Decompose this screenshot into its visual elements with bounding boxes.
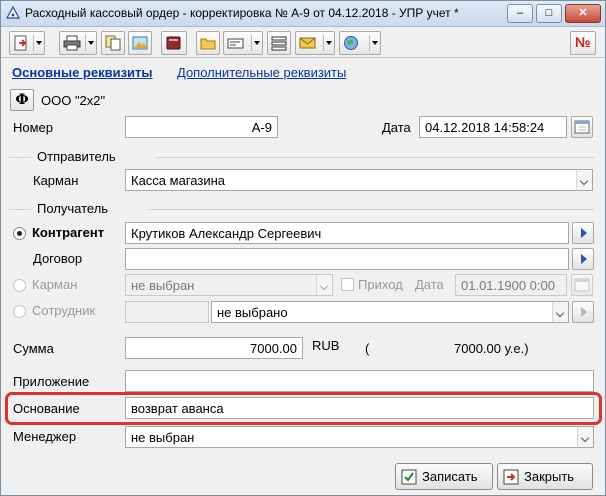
contract-label: Договор: [33, 251, 83, 266]
book-icon: [166, 36, 181, 50]
save-icon: [14, 35, 27, 51]
number-field[interactable]: А-9: [125, 116, 278, 138]
date-field[interactable]: 04.12.2018 14:58:24: [419, 116, 567, 138]
contract-open-button[interactable]: [572, 248, 594, 270]
close-form-label: Закрыть: [524, 469, 575, 484]
receiver-group-label: Получатель: [37, 201, 109, 216]
image-button[interactable]: [128, 31, 152, 55]
save-menu-button[interactable]: [9, 31, 45, 55]
calendar-icon: [574, 278, 590, 292]
employee-value: не выбрано: [217, 305, 288, 320]
sender-pocket-value: Касса магазина: [131, 173, 225, 188]
print-menu-button[interactable]: [59, 31, 97, 55]
sender-pocket-select[interactable]: Касса магазина: [125, 169, 593, 191]
manager-select[interactable]: не выбран: [125, 426, 594, 448]
save-record-label: Записать: [422, 469, 478, 484]
number-icon: №: [575, 34, 591, 50]
attachment-field[interactable]: [125, 370, 594, 392]
folder-button[interactable]: [196, 31, 220, 55]
receiver-date-label: Дата: [415, 277, 444, 292]
employee-label: Сотрудник: [32, 303, 96, 318]
calendar-icon: [574, 120, 590, 134]
receiver-divider-right: [149, 209, 594, 210]
envelope-menu-button[interactable]: [295, 31, 335, 55]
date-label: Дата: [382, 120, 411, 135]
receiver-divider-left: [9, 209, 31, 210]
contract-field[interactable]: [125, 248, 569, 270]
receiver-pocket-label: Карман: [32, 277, 78, 292]
currency-label: RUB: [312, 338, 340, 353]
save-record-icon: [401, 469, 417, 485]
receiver-calendar-button[interactable]: [571, 274, 593, 296]
chevron-down-icon: [577, 427, 593, 447]
close-form-button[interactable]: Закрыть: [497, 463, 593, 490]
counterparty-radio[interactable]: [13, 227, 26, 240]
close-window-button[interactable]: ✕: [565, 4, 601, 23]
sender-divider-left: [9, 157, 31, 158]
sender-divider-right: [157, 157, 594, 158]
minimize-button[interactable]: –: [507, 4, 533, 23]
sender-pocket-label: Карман: [33, 173, 79, 188]
organization-name: ООО "2x2": [41, 93, 106, 108]
chevron-down-icon: [316, 275, 332, 295]
employee-code-field[interactable]: [125, 301, 209, 323]
toolbar: №: [1, 28, 605, 58]
chevron-down-icon: [552, 302, 568, 322]
counterparty-open-button[interactable]: [572, 222, 594, 244]
organization-button[interactable]: Ф: [10, 89, 34, 111]
image-icon: [132, 36, 148, 50]
counterparty-field[interactable]: Крутиков Александр Сергеевич: [125, 222, 569, 244]
receiver-pocket-select[interactable]: не выбран: [125, 274, 333, 296]
maximize-button[interactable]: □: [536, 4, 562, 23]
title-bar: Расходный кассовый ордер - корректировка…: [1, 1, 605, 27]
folder-icon: [200, 38, 216, 50]
receiver-pocket-radio[interactable]: [13, 279, 26, 292]
employee-select[interactable]: не выбрано: [211, 301, 569, 323]
amount-label: Сумма: [13, 341, 54, 356]
ue-amount: 7000.00 у.е.): [454, 341, 529, 356]
chevron-down-icon: [576, 170, 592, 190]
tab-additional-details[interactable]: Дополнительные реквизиты: [177, 65, 346, 80]
sender-group-label: Отправитель: [37, 149, 116, 164]
copy-icon: [105, 35, 121, 51]
list-button[interactable]: [267, 31, 291, 55]
income-checkbox[interactable]: [341, 278, 354, 291]
copy-button[interactable]: [101, 31, 125, 55]
highlight-box: [5, 392, 602, 425]
employee-open-button[interactable]: [572, 301, 594, 323]
dialog-window: Расходный кассовый ордер - корректировка…: [0, 0, 606, 496]
employee-radio[interactable]: [13, 305, 26, 318]
attachment-label: Приложение: [13, 374, 90, 389]
exit-icon: [503, 469, 519, 485]
globe-icon: [344, 36, 358, 50]
book-button[interactable]: [161, 31, 187, 55]
number-button[interactable]: №: [570, 31, 596, 55]
manager-value: не выбран: [131, 430, 195, 445]
list-icon: [271, 36, 287, 51]
print-icon: [63, 35, 81, 51]
income-label: Приход: [358, 277, 403, 292]
card-icon: [227, 38, 244, 49]
manager-label: Менеджер: [13, 429, 77, 444]
receiver-pocket-value: не выбран: [131, 278, 195, 293]
ue-open-paren: (: [365, 341, 370, 356]
receiver-date-field[interactable]: 01.01.1900 0:00: [455, 274, 567, 296]
tab-main-details[interactable]: Основные реквизиты: [12, 65, 153, 80]
window-title: Расходный кассовый ордер - корректировка…: [25, 6, 459, 20]
save-record-button[interactable]: Записать: [395, 463, 493, 490]
envelope-icon: [299, 37, 316, 49]
globe-menu-button[interactable]: [339, 31, 381, 55]
app-icon: [6, 6, 20, 19]
calendar-button[interactable]: [571, 116, 593, 138]
card-menu-button[interactable]: [223, 31, 263, 55]
amount-field[interactable]: 7000.00: [125, 337, 303, 359]
number-label: Номер: [13, 120, 54, 135]
counterparty-label: Контрагент: [32, 225, 105, 240]
